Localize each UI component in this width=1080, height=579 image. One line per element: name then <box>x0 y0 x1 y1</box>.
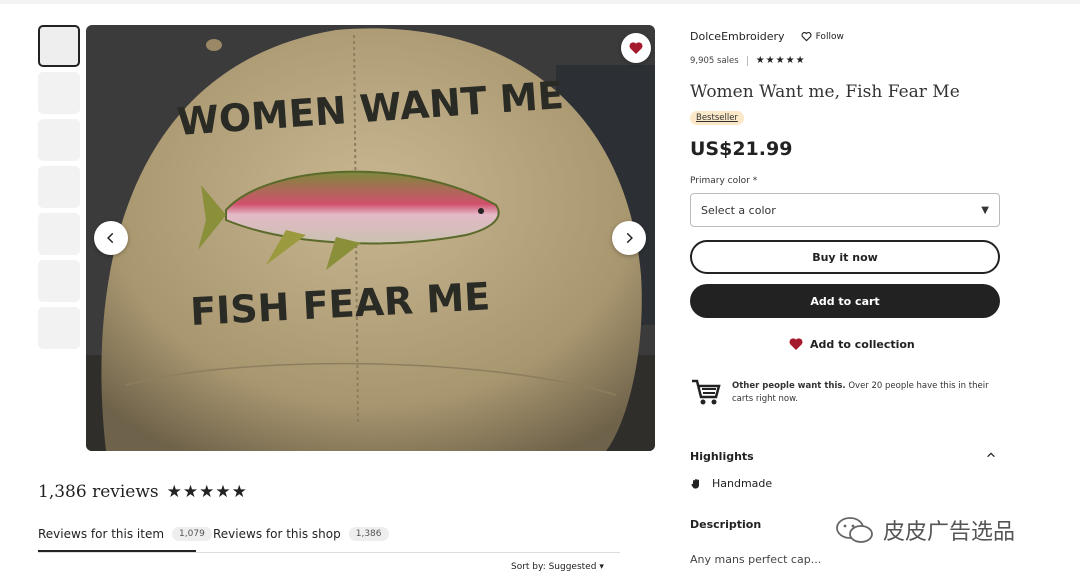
watermark: 皮皮广告选品 <box>835 514 1015 546</box>
hand-icon <box>691 478 699 489</box>
description-heading[interactable]: Description <box>690 518 761 531</box>
follow-button[interactable]: Follow <box>801 31 844 42</box>
handmade-label: Handmade <box>712 477 773 490</box>
reviews-stars: ★★★★★ <box>166 482 248 502</box>
demand-text: Other people want this. Over 20 people h… <box>732 380 992 406</box>
reviews-tabs: Reviews for this item 1,079 Reviews for … <box>38 522 620 553</box>
heart-outline-icon <box>801 32 812 42</box>
chevron-right-icon <box>626 232 633 244</box>
color-select-value: Select a color <box>701 203 776 217</box>
cap-illustration: WOMEN WANT ME FISH FEAR ME <box>86 25 655 451</box>
chevron-left-icon <box>107 232 114 244</box>
shop-header: DolceEmbroidery Follow <box>690 30 844 43</box>
heart-icon <box>629 42 643 54</box>
caret-down-icon: ▾ <box>599 562 604 572</box>
chevron-up-icon[interactable] <box>986 450 996 463</box>
highlights-heading[interactable]: Highlights <box>690 450 754 463</box>
shop-stars: ★★★★★ <box>755 55 806 66</box>
product-title: Women Want me, Fish Fear Me <box>690 82 960 102</box>
follow-label: Follow <box>815 31 844 42</box>
add-to-collection-label: Add to collection <box>810 337 915 351</box>
add-to-collection-button[interactable]: Add to collection <box>788 336 915 352</box>
description-text: Any mans perfect cap... <box>690 553 822 566</box>
reviews-heading: 1,386 reviews ★★★★★ <box>38 482 248 502</box>
tab-label: Reviews for this item <box>38 527 165 541</box>
favorite-button[interactable] <box>621 33 651 63</box>
demand-bold: Other people want this. <box>732 381 846 391</box>
color-label-text: Primary color <box>690 176 750 186</box>
shop-sales: 9,905 sales ★★★★★ <box>690 55 806 66</box>
sort-dropdown[interactable]: Sort by: Suggested ▾ <box>511 562 604 572</box>
thumbnail-strip <box>38 25 80 354</box>
thumbnail-2[interactable] <box>38 72 80 114</box>
thumbnail-1[interactable] <box>38 25 80 67</box>
shop-name-link[interactable]: DolceEmbroidery <box>690 30 785 43</box>
tab-reviews-item[interactable]: Reviews for this item 1,079 <box>38 522 212 546</box>
required-mark: * <box>752 176 758 186</box>
heart-icon <box>789 338 803 350</box>
highlight-handmade: Handmade <box>690 477 772 490</box>
tab-count: 1,079 <box>172 527 212 541</box>
thumbnail-7[interactable] <box>38 307 80 349</box>
tab-count: 1,386 <box>348 527 389 541</box>
thumbnail-6[interactable] <box>38 260 80 302</box>
caret-down-icon: ▼ <box>981 204 989 216</box>
sort-label: Sort by: Suggested <box>511 562 597 572</box>
color-label: Primary color * <box>690 176 757 186</box>
watermark-text: 皮皮广告选品 <box>883 520 1016 545</box>
previous-image-button[interactable] <box>94 221 128 255</box>
thumbnail-4[interactable] <box>38 166 80 208</box>
tab-reviews-shop[interactable]: Reviews for this shop 1,386 <box>213 522 389 546</box>
sales-count: 9,905 sales <box>690 55 739 66</box>
cart-icon <box>692 379 721 405</box>
main-product-image[interactable]: WOMEN WANT ME FISH FEAR ME <box>86 25 655 451</box>
thumbnail-5[interactable] <box>38 213 80 255</box>
wechat-icon <box>836 517 873 543</box>
reviews-count: 1,386 reviews <box>38 482 159 502</box>
color-select[interactable]: Select a color ▼ <box>690 193 1000 227</box>
add-to-cart-button[interactable]: Add to cart <box>690 284 1000 318</box>
tab-label: Reviews for this shop <box>213 527 341 541</box>
product-price: US$21.99 <box>690 138 793 160</box>
top-divider <box>0 0 1080 4</box>
thumbnail-3[interactable] <box>38 119 80 161</box>
buy-now-button[interactable]: Buy it now <box>690 240 1000 274</box>
demand-notice: Other people want this. Over 20 people h… <box>690 376 992 408</box>
next-image-button[interactable] <box>612 221 646 255</box>
active-tab-indicator <box>38 550 196 552</box>
bestseller-badge[interactable]: Bestseller <box>690 111 744 125</box>
divider <box>746 55 748 66</box>
